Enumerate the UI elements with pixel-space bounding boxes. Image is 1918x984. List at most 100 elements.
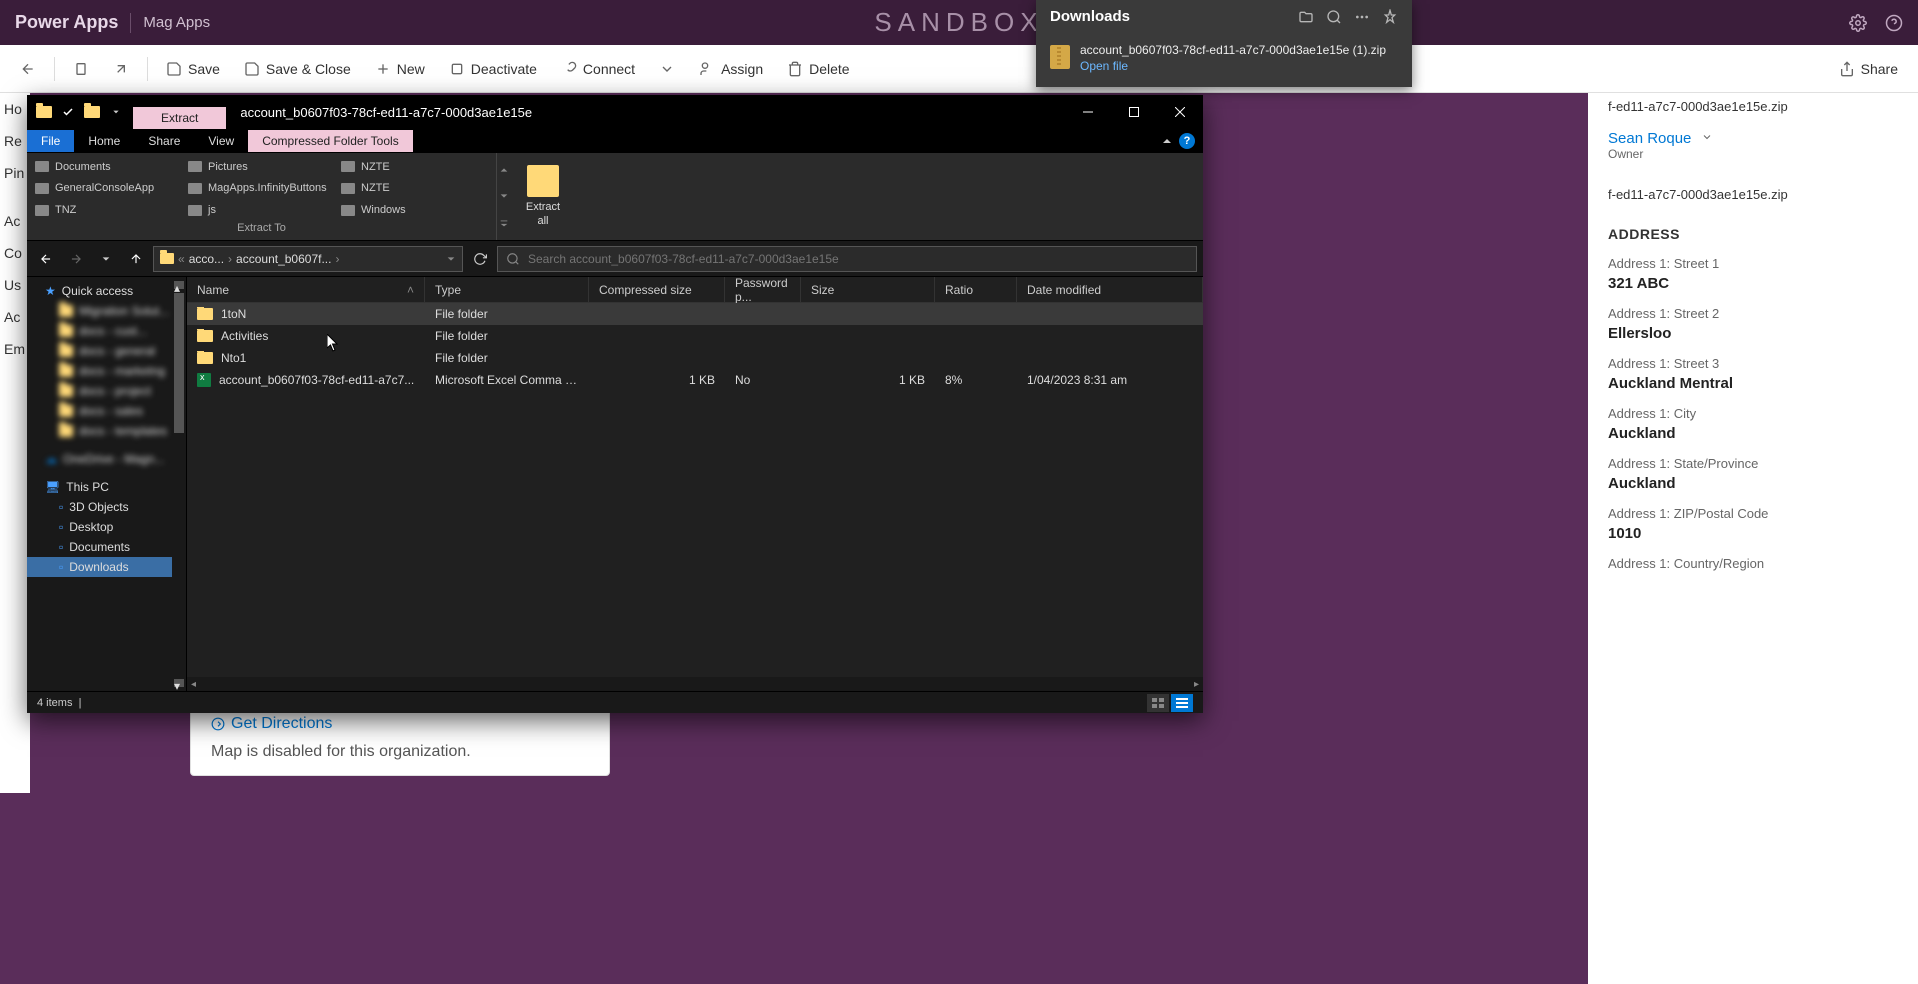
extract-dest[interactable]: GeneralConsoleApp — [33, 179, 184, 199]
share-button[interactable]: Share — [1829, 55, 1908, 83]
tree-item[interactable]: ▫3D Objects — [27, 497, 186, 517]
field-value[interactable]: Ellersloo — [1608, 325, 1898, 342]
connect-button[interactable]: Connect — [551, 55, 645, 83]
get-directions-link[interactable]: Get Directions — [211, 715, 589, 733]
maximize-button[interactable] — [1111, 95, 1157, 129]
minimize-button[interactable] — [1065, 95, 1111, 129]
refresh-button[interactable] — [467, 246, 493, 272]
tab-home[interactable]: Home — [74, 130, 134, 152]
field-value[interactable]: Auckland Mentral — [1608, 375, 1898, 392]
breadcrumb-item[interactable]: account_b0607f... — [236, 252, 331, 266]
window-titlebar[interactable]: Extract account_b0607f03-78cf-ed11-a7c7-… — [27, 95, 1203, 129]
folder-icon[interactable] — [1298, 9, 1314, 25]
field-value[interactable]: Auckland — [1608, 425, 1898, 442]
tree-item[interactable]: docs - project — [27, 381, 186, 401]
extract-dest[interactable]: MagApps.InfinityButtons — [186, 179, 337, 199]
tree-onedrive[interactable]: ☁OneDrive - Magn... — [27, 449, 186, 469]
search-box[interactable] — [497, 246, 1197, 272]
nav-forward-button[interactable] — [63, 246, 89, 272]
extract-dest[interactable]: NZTE — [339, 157, 490, 177]
extract-dest[interactable]: NZTE — [339, 179, 490, 199]
chevron-down-icon[interactable] — [1701, 131, 1713, 143]
file-row[interactable]: 1toN File folder — [187, 303, 1203, 325]
tree-item[interactable]: docs - marketng — [27, 361, 186, 381]
view-thumbnails-button[interactable] — [1147, 694, 1169, 712]
powerapps-logo[interactable]: Power Apps — [15, 12, 118, 33]
tree-item-downloads[interactable]: ▫Downloads — [27, 557, 186, 577]
scroll-down-icon[interactable] — [499, 191, 509, 201]
extract-dest[interactable]: js — [186, 200, 337, 220]
field-value[interactable]: 1010 — [1608, 525, 1898, 542]
chevron-up-icon[interactable] — [1161, 135, 1173, 147]
scroll-up-icon[interactable] — [499, 165, 509, 175]
field-value[interactable]: 321 ABC — [1608, 275, 1898, 292]
tree-item[interactable]: docs - sales — [27, 401, 186, 421]
extract-dest[interactable]: TNZ — [33, 200, 184, 220]
save-button[interactable]: Save — [156, 55, 230, 83]
file-row[interactable]: Nto1 File folder — [187, 347, 1203, 369]
qat-checkbox[interactable] — [57, 101, 79, 123]
open-file-link[interactable]: Open file — [1080, 59, 1386, 73]
hscrollbar[interactable]: ◂▸ — [187, 677, 1203, 691]
close-button[interactable] — [1157, 95, 1203, 129]
assign-button[interactable]: Assign — [689, 55, 773, 83]
extract-dest[interactable]: Documents — [33, 157, 184, 177]
view-details-button[interactable] — [1171, 694, 1193, 712]
owner-name[interactable]: Sean Roque — [1608, 130, 1691, 147]
tree-item[interactable]: Migration Solut... — [27, 301, 186, 321]
nav-back-button[interactable] — [33, 246, 59, 272]
col-name[interactable]: Name˄ — [187, 277, 425, 302]
tab-view[interactable]: View — [194, 130, 248, 152]
open-new-button[interactable] — [103, 55, 139, 83]
nav-tree[interactable]: ▴▾ ★Quick access Migration Solut... docs… — [27, 277, 187, 691]
tree-this-pc[interactable]: 🖥This PC — [27, 477, 186, 497]
tab-compressed-tools[interactable]: Compressed Folder Tools — [248, 130, 413, 152]
breadcrumb-item[interactable]: acco... — [189, 252, 224, 266]
pin-icon[interactable] — [1382, 9, 1398, 25]
app-name[interactable]: Mag Apps — [143, 14, 210, 31]
col-password[interactable]: Password p... — [725, 277, 801, 302]
extract-dest[interactable]: Pictures — [186, 157, 337, 177]
field-value[interactable]: Auckland — [1608, 475, 1898, 492]
address-bar[interactable]: « acco... › account_b0607f... › — [153, 246, 463, 272]
tab-share[interactable]: Share — [134, 130, 194, 152]
new-button[interactable]: New — [365, 55, 435, 83]
col-date[interactable]: Date modified — [1017, 277, 1203, 302]
chevron-down-icon[interactable] — [446, 254, 456, 264]
tree-item[interactable]: ▫Documents — [27, 537, 186, 557]
gear-icon[interactable] — [1849, 14, 1867, 32]
qat-folder-icon[interactable] — [81, 101, 103, 123]
tab-file[interactable]: File — [27, 130, 74, 152]
context-tab-extract[interactable]: Extract — [133, 107, 226, 129]
tree-quick-access[interactable]: ★Quick access — [27, 281, 186, 301]
extract-all-button[interactable]: Extract all — [513, 153, 573, 240]
more-icon[interactable] — [499, 218, 509, 228]
tree-item[interactable]: docs - cust... — [27, 321, 186, 341]
back-button[interactable] — [10, 55, 46, 83]
extract-dest[interactable]: Windows — [339, 200, 490, 220]
tree-item[interactable]: docs - general — [27, 341, 186, 361]
search-input[interactable] — [528, 252, 1188, 266]
deactivate-button[interactable]: Deactivate — [439, 55, 547, 83]
search-icon[interactable] — [1326, 9, 1342, 25]
nav-history-dropdown[interactable] — [93, 246, 119, 272]
col-size[interactable]: Size — [801, 277, 935, 302]
more-icon[interactable] — [1354, 9, 1370, 25]
col-type[interactable]: Type — [425, 277, 589, 302]
qat-dropdown[interactable] — [105, 101, 127, 123]
nav-up-button[interactable] — [123, 246, 149, 272]
save-close-button[interactable]: Save & Close — [234, 55, 361, 83]
delete-button[interactable]: Delete — [777, 55, 859, 83]
help-icon[interactable]: ? — [1179, 133, 1195, 149]
clipboard-button[interactable] — [63, 55, 99, 83]
file-row[interactable]: account_b0607f03-78cf-ed11-a7c7... Micro… — [187, 369, 1203, 391]
tree-item[interactable]: ▫Desktop — [27, 517, 186, 537]
col-compressed[interactable]: Compressed size — [589, 277, 725, 302]
left-nav[interactable]: Ho Re Pin Ac Co Us Ac Em — [0, 93, 30, 793]
file-row[interactable]: Activities File folder — [187, 325, 1203, 347]
help-icon[interactable] — [1885, 14, 1903, 32]
connect-dropdown[interactable] — [649, 55, 685, 83]
tree-item[interactable]: docs - templates — [27, 421, 186, 441]
col-ratio[interactable]: Ratio — [935, 277, 1017, 302]
download-item[interactable]: account_b0607f03-78cf-ed11-a7c7-000d3ae1… — [1036, 33, 1412, 87]
